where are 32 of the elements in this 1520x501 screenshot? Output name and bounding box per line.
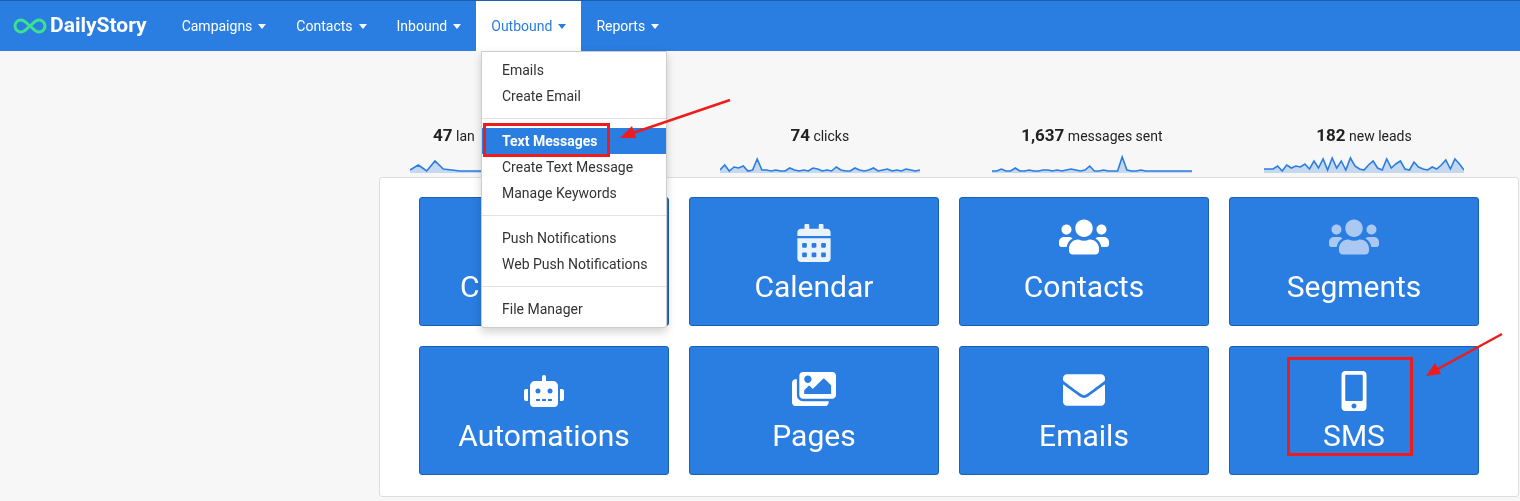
infinity-logo-icon (12, 16, 48, 36)
dropdown-item[interactable]: Manage Keywords (482, 180, 666, 206)
stat-text: 74 clicks (790, 125, 850, 145)
dropdown-item[interactable]: Text Messages (482, 128, 666, 154)
stat-text: 47 lan (433, 125, 475, 145)
dropdown-item[interactable]: Emails (482, 57, 666, 83)
nav-menu-item[interactable]: Inbound (381, 1, 477, 51)
nav-menu-item[interactable]: Campaigns (166, 1, 282, 51)
dropdown-item[interactable]: Create Email (482, 83, 666, 109)
nav-menu-item[interactable]: Contacts (281, 1, 382, 51)
caret-icon (358, 23, 367, 29)
caret-icon (558, 23, 567, 29)
dashboard-tile[interactable]: Emails (959, 346, 1209, 475)
dashboard-tile[interactable]: Automations (419, 346, 669, 475)
dashboard-tile[interactable]: SMS (1229, 346, 1479, 475)
nav-menu-item[interactable]: Outbound (476, 1, 582, 51)
dropdown-item[interactable]: Push Notifications (482, 225, 666, 251)
brand-name[interactable]: DailyStory (50, 10, 147, 42)
dropdown-item[interactable]: File Manager (482, 296, 666, 322)
caret-icon (453, 23, 462, 29)
nav-menu-item[interactable]: Reports (581, 1, 675, 51)
dropdown-item[interactable]: Create Text Message (482, 154, 666, 180)
caret-icon (258, 23, 267, 29)
caret-icon (651, 23, 660, 29)
dashboard-tile[interactable]: Pages (689, 346, 939, 475)
dashboard-tile[interactable]: Contacts (959, 197, 1209, 326)
calendar-icon (795, 223, 833, 262)
dropdown-item[interactable]: Web Push Notifications (482, 251, 666, 277)
stat-text: 1,637 messages sent (1021, 125, 1163, 145)
dashboard-tile[interactable]: Calendar (689, 197, 939, 326)
stat-text: 182 new leads (1316, 125, 1412, 145)
dashboard-tile[interactable]: Segments (1229, 197, 1479, 326)
